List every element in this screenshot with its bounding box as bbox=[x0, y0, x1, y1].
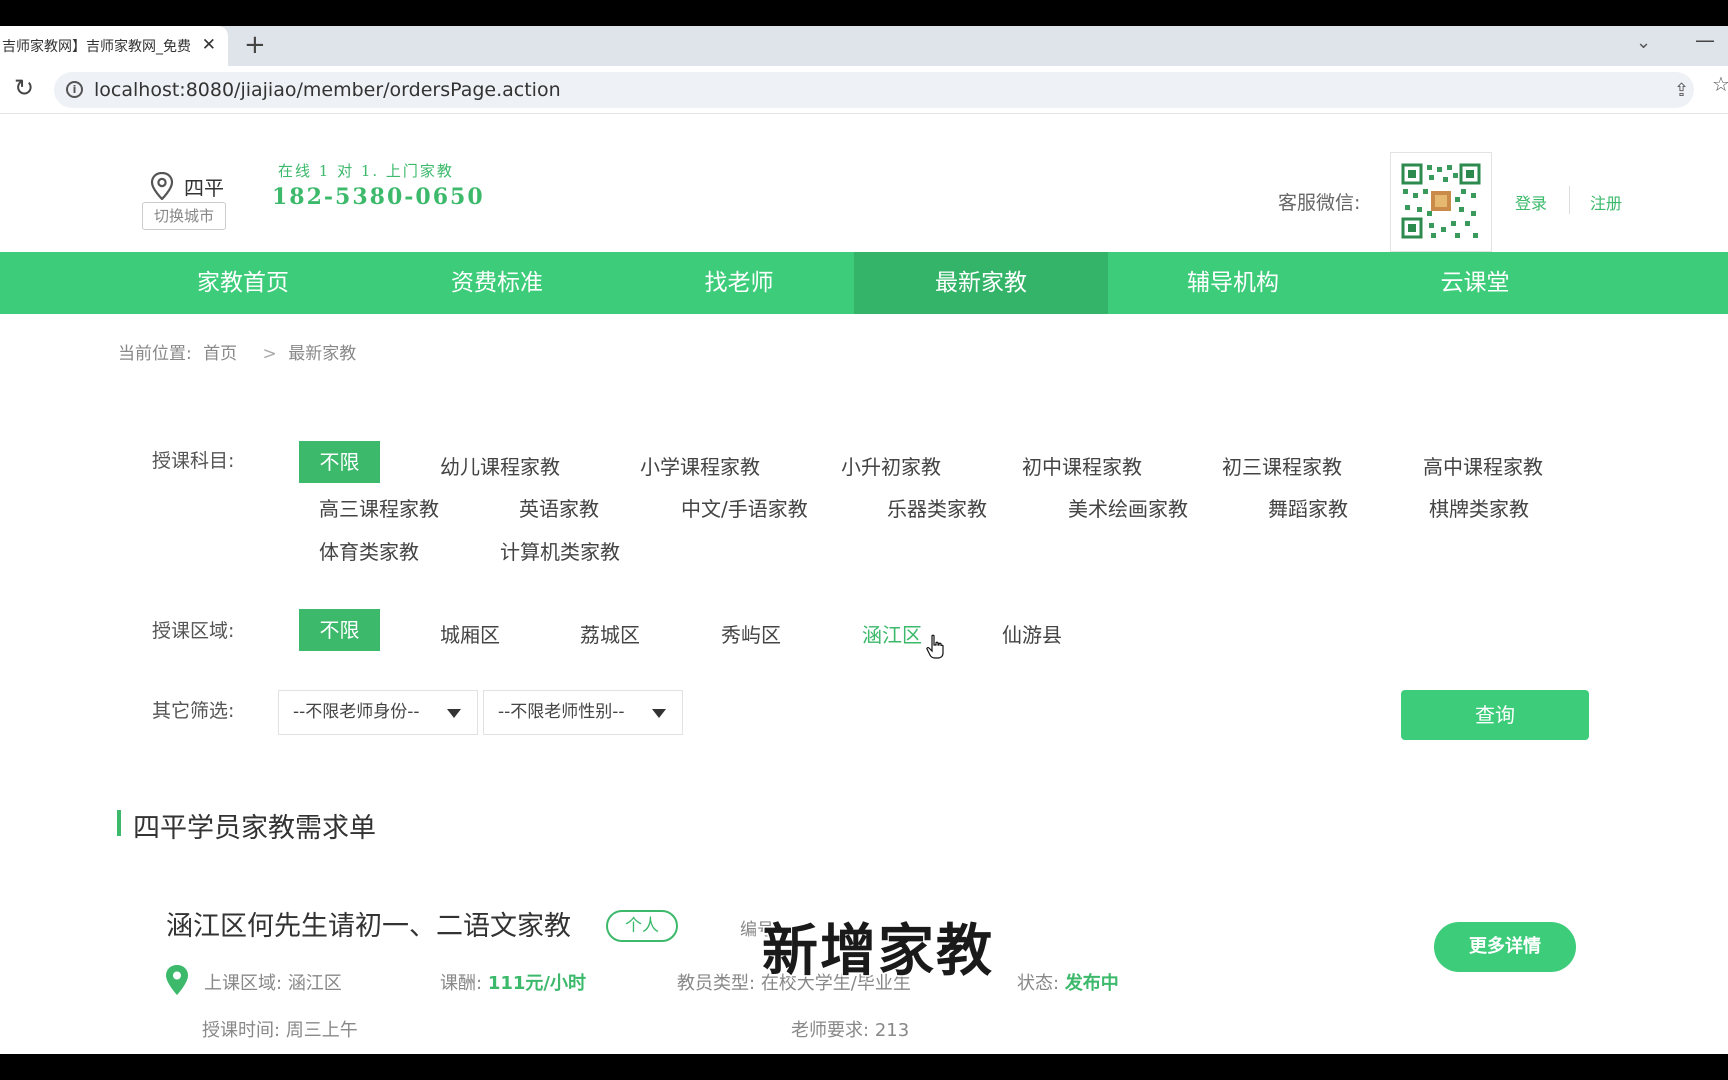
teacher-identity-value: --不限老师身份-- bbox=[293, 702, 420, 722]
share-icon[interactable]: ⇪ bbox=[1674, 80, 1689, 101]
area-chip[interactable]: 仙游县 bbox=[1002, 619, 1062, 648]
subject-chip-any[interactable]: 不限 bbox=[299, 441, 380, 483]
caret-down-icon bbox=[652, 709, 666, 718]
main-nav: 家教首页 资费标准 找老师 最新家教 辅导机构 云课堂 bbox=[0, 252, 1728, 314]
url-text[interactable]: localhost:8080/jiajiao/member/ordersPage… bbox=[94, 79, 561, 101]
subject-chip[interactable]: 棋牌类家教 bbox=[1429, 493, 1529, 522]
nav-item-latest-jobs[interactable]: 最新家教 bbox=[854, 252, 1108, 314]
teacher-gender-select[interactable]: --不限老师性别-- bbox=[483, 690, 683, 735]
register-link[interactable]: 注册 bbox=[1590, 190, 1622, 214]
header-divider bbox=[1569, 186, 1570, 214]
section-accent-bar bbox=[117, 810, 121, 836]
site-header: 四平 切换城市 在线 1 对 1. 上门家教 182-5380-0650 客服微… bbox=[0, 114, 1728, 253]
subject-chip[interactable]: 小学课程家教 bbox=[640, 451, 760, 480]
teacher-identity-select[interactable]: --不限老师身份-- bbox=[278, 690, 478, 735]
teacher-gender-value: --不限老师性别-- bbox=[498, 702, 625, 722]
breadcrumb-home[interactable]: 首页 bbox=[203, 344, 237, 364]
subject-chip[interactable]: 体育类家教 bbox=[319, 536, 419, 565]
order-area: 上课区域: 涵江区 bbox=[204, 969, 342, 995]
browser-tab[interactable]: 吉师家教网】吉师家教网_免费 ✕ bbox=[0, 26, 228, 66]
nav-item-home[interactable]: 家教首页 bbox=[116, 252, 370, 314]
area-chip-hovered[interactable]: 涵江区 bbox=[862, 619, 922, 648]
nav-item-cloud-class[interactable]: 云课堂 bbox=[1348, 252, 1602, 314]
order-title[interactable]: 涵江区何先生请初一、二语文家教 bbox=[166, 904, 571, 943]
subject-chip[interactable]: 美术绘画家教 bbox=[1068, 493, 1188, 522]
star-icon[interactable]: ☆ bbox=[1712, 72, 1728, 96]
order-requirement-label: 老师要求: bbox=[791, 1020, 870, 1041]
nav-item-institutions[interactable]: 辅导机构 bbox=[1106, 252, 1360, 314]
login-link[interactable]: 登录 bbox=[1515, 190, 1547, 214]
subject-chip[interactable]: 乐器类家教 bbox=[887, 493, 987, 522]
subject-filter-label: 授课科目: bbox=[152, 450, 235, 472]
order-fee-value: 111元/小时 bbox=[487, 973, 586, 994]
order-requirement-value: 213 bbox=[874, 1020, 910, 1041]
query-button[interactable]: 查询 bbox=[1401, 690, 1589, 740]
subject-chip[interactable]: 计算机类家教 bbox=[500, 536, 620, 565]
subject-chip[interactable]: 中文/手语家教 bbox=[681, 493, 808, 522]
breadcrumb: 当前位置: 首页 > 最新家教 bbox=[118, 339, 362, 364]
wechat-label: 客服微信: bbox=[1278, 192, 1361, 214]
subject-chip[interactable]: 幼儿课程家教 bbox=[440, 451, 560, 480]
area-chip[interactable]: 荔城区 bbox=[580, 619, 640, 648]
breadcrumb-prefix: 当前位置: bbox=[118, 344, 192, 364]
hand-cursor-icon bbox=[926, 634, 944, 659]
other-filter-label: 其它筛选: bbox=[152, 700, 235, 722]
slogan: 在线 1 对 1. 上门家教 bbox=[278, 162, 454, 180]
minimize-icon[interactable]: — bbox=[1695, 28, 1715, 52]
order-teacher-type-label: 教员类型: bbox=[677, 973, 756, 994]
video-subtitle: 新增家教 bbox=[761, 918, 994, 986]
browser-window: 吉师家教网】吉师家教网_免费 ✕ + ⌄ — ↻ i localhost:808… bbox=[0, 26, 1728, 1054]
order-time: 授课时间: 周三上午 bbox=[202, 1016, 358, 1042]
order-area-label: 上课区域: bbox=[204, 973, 283, 994]
subject-chip[interactable]: 高中课程家教 bbox=[1423, 451, 1543, 480]
tab-close-icon[interactable]: ✕ bbox=[202, 35, 216, 55]
new-tab-icon[interactable]: + bbox=[244, 30, 266, 60]
caret-down-icon bbox=[447, 709, 461, 718]
area-filter-label: 授课区域: bbox=[152, 620, 235, 642]
breadcrumb-current: 最新家教 bbox=[288, 344, 357, 364]
location-pin-icon bbox=[166, 965, 188, 995]
reload-icon[interactable]: ↻ bbox=[14, 74, 34, 102]
order-requirement: 老师要求: 213 bbox=[791, 1016, 909, 1042]
area-chip-any[interactable]: 不限 bbox=[299, 609, 380, 651]
order-status: 状态: 发布中 bbox=[1017, 969, 1119, 995]
subject-chip[interactable]: 英语家教 bbox=[519, 493, 599, 522]
tab-search-chevron-icon[interactable]: ⌄ bbox=[1636, 32, 1651, 53]
tab-bar: 吉师家教网】吉师家教网_免费 ✕ + ⌄ — bbox=[0, 26, 1728, 66]
subject-chip[interactable]: 初中课程家教 bbox=[1022, 451, 1142, 480]
address-bar: ↻ i localhost:8080/jiajiao/member/orders… bbox=[0, 66, 1728, 114]
order-time-label: 授课时间: bbox=[202, 1020, 281, 1041]
more-details-button[interactable]: 更多详情 bbox=[1434, 922, 1576, 972]
section-title: 四平学员家教需求单 bbox=[133, 813, 376, 844]
area-chip[interactable]: 城厢区 bbox=[440, 619, 500, 648]
subject-chip[interactable]: 高三课程家教 bbox=[319, 493, 439, 522]
info-icon[interactable]: i bbox=[66, 81, 83, 98]
nav-item-pricing[interactable]: 资费标准 bbox=[370, 252, 624, 314]
hotline-phone: 182-5380-0650 bbox=[272, 184, 485, 210]
order-fee: 课酬: 111元/小时 bbox=[440, 969, 586, 995]
wechat-qr-code bbox=[1390, 152, 1492, 252]
order-time-value: 周三上午 bbox=[285, 1020, 358, 1041]
url-field[interactable]: i localhost:8080/jiajiao/member/ordersPa… bbox=[54, 72, 1694, 108]
subject-chip[interactable]: 小升初家教 bbox=[841, 451, 941, 480]
order-status-label: 状态: bbox=[1017, 973, 1060, 994]
tab-title: 吉师家教网】吉师家教网_免费 bbox=[2, 39, 191, 55]
qr-code-image bbox=[1399, 161, 1483, 243]
current-city: 四平 bbox=[184, 176, 224, 200]
order-fee-label: 课酬: bbox=[440, 973, 483, 994]
order-area-value: 涵江区 bbox=[287, 973, 342, 994]
order-status-value: 发布中 bbox=[1064, 973, 1119, 994]
switch-city-button[interactable]: 切换城市 bbox=[142, 202, 226, 230]
location-pin-icon bbox=[150, 172, 174, 200]
area-chip[interactable]: 秀屿区 bbox=[721, 619, 781, 648]
subject-chip[interactable]: 舞蹈家教 bbox=[1268, 493, 1348, 522]
order-type-badge: 个人 bbox=[606, 910, 678, 942]
nav-item-find-teacher[interactable]: 找老师 bbox=[612, 252, 866, 314]
subject-chip[interactable]: 初三课程家教 bbox=[1222, 451, 1342, 480]
breadcrumb-separator-icon: > bbox=[262, 344, 277, 364]
